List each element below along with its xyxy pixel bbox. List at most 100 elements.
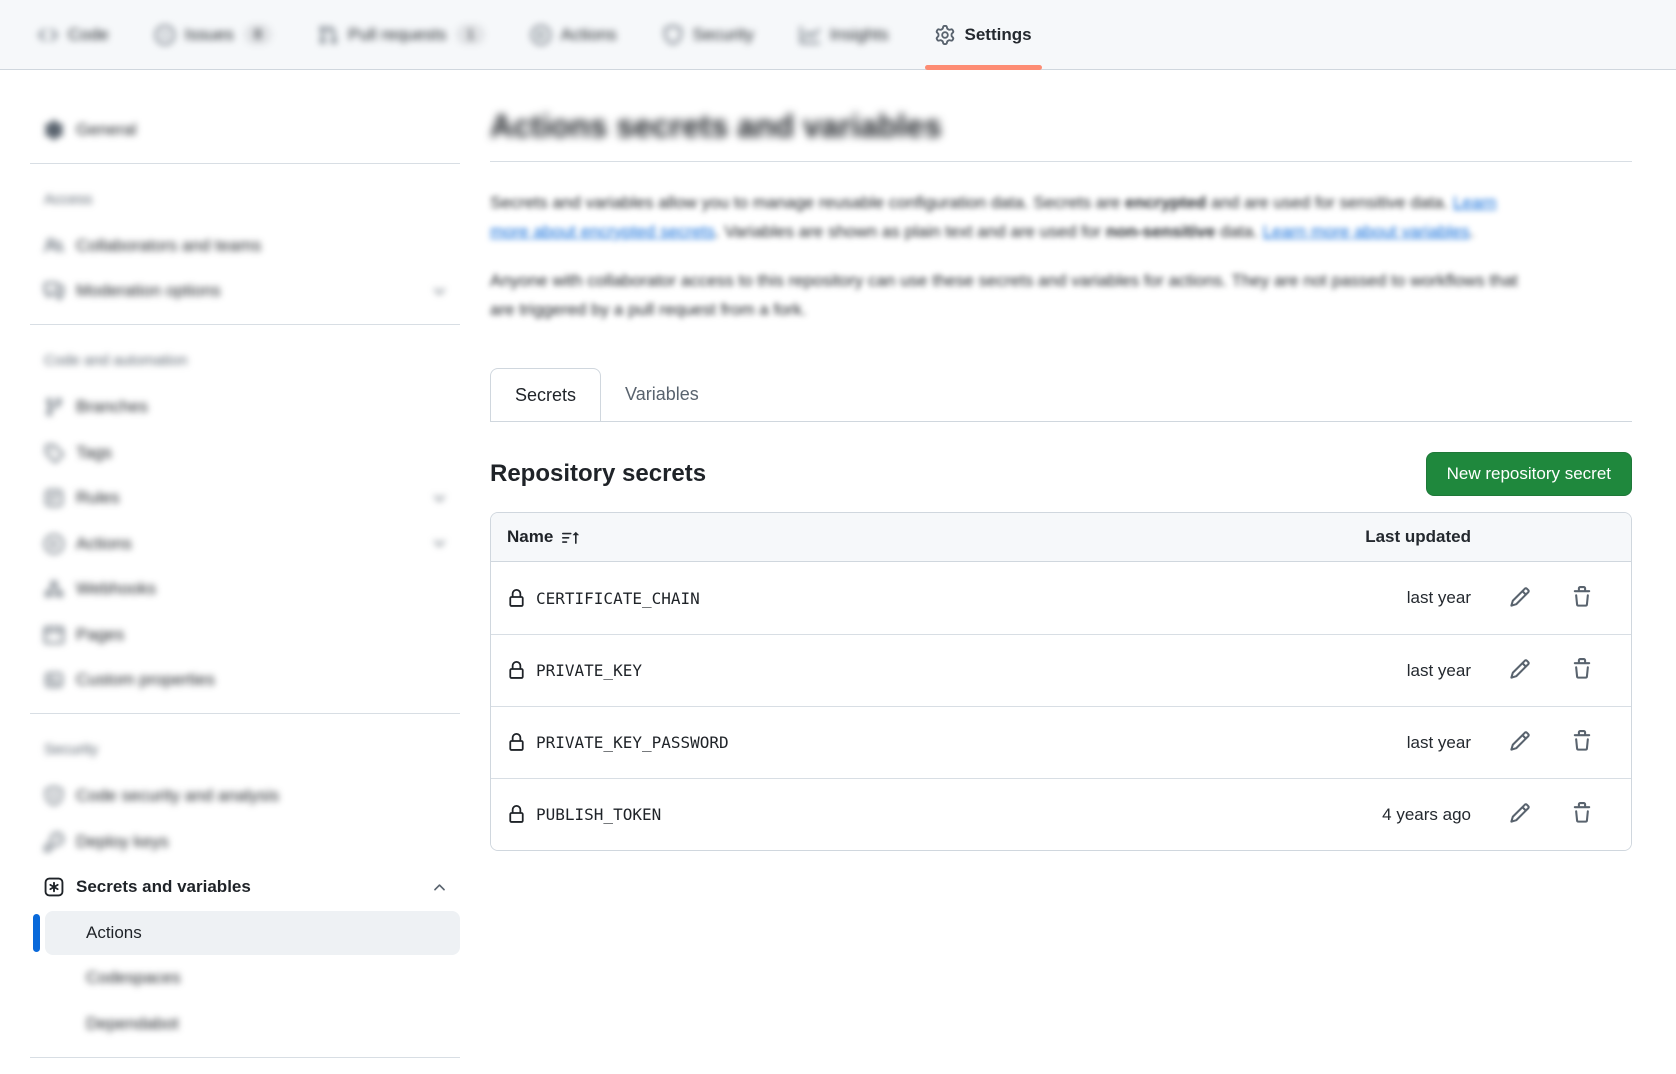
lock-icon bbox=[507, 661, 526, 680]
sidebar-item-general[interactable]: General bbox=[30, 108, 460, 152]
tab-insights[interactable]: Insights bbox=[784, 0, 905, 70]
edit-secret-button[interactable] bbox=[1505, 726, 1535, 759]
description-bold: encrypted bbox=[1125, 193, 1206, 212]
shield-lock-icon bbox=[44, 786, 64, 806]
secrets-variables-tabs: Secrets Variables bbox=[490, 368, 1632, 422]
new-repository-secret-button[interactable]: New repository secret bbox=[1426, 452, 1632, 496]
tab-label: Insights bbox=[830, 25, 889, 45]
tab-label: Settings bbox=[965, 25, 1032, 45]
pencil-icon bbox=[1509, 586, 1531, 611]
delete-secret-button[interactable] bbox=[1567, 798, 1597, 831]
sidebar-item-label: Collaborators and teams bbox=[76, 236, 450, 256]
sidebar-item-label: Rules bbox=[76, 488, 419, 508]
settings-content: Actions secrets and variables Secrets an… bbox=[490, 70, 1676, 851]
sidebar-item-deploy-keys[interactable]: Deploy keys bbox=[30, 820, 460, 864]
sidebar-item-label: Pages bbox=[76, 625, 450, 645]
sidebar-item-code-security[interactable]: Code security and analysis bbox=[30, 774, 460, 818]
description-text: . bbox=[1470, 222, 1475, 241]
edit-secret-button[interactable] bbox=[1505, 582, 1535, 615]
sidebar-item-label: Deploy keys bbox=[76, 832, 450, 852]
key-icon bbox=[44, 832, 64, 852]
pencil-icon bbox=[1509, 730, 1531, 755]
issue-opened-icon bbox=[155, 25, 175, 45]
sidebar-item-label: Webhooks bbox=[76, 579, 450, 599]
sidebar-item-tags[interactable]: Tags bbox=[30, 431, 460, 475]
repository-secrets-header: Repository secrets New repository secret bbox=[490, 452, 1632, 496]
tab-security[interactable]: Security bbox=[647, 0, 770, 70]
sidebar-item-secrets-and-variables[interactable]: Secrets and variables bbox=[30, 865, 460, 909]
gear-icon bbox=[44, 120, 64, 140]
sidebar-subitem-actions[interactable]: Actions bbox=[45, 911, 460, 955]
tab-variables[interactable]: Variables bbox=[601, 368, 723, 421]
description-text: data. bbox=[1215, 222, 1262, 241]
sidebar-item-label: General bbox=[76, 120, 450, 140]
git-branch-icon bbox=[44, 397, 64, 417]
tab-settings[interactable]: Settings bbox=[919, 0, 1048, 70]
issues-count-badge: 8 bbox=[244, 24, 272, 45]
settings-sidebar: General Access Collaborators and teams M… bbox=[30, 70, 460, 1058]
trash-icon bbox=[1571, 730, 1593, 755]
secret-name: CERTIFICATE_CHAIN bbox=[536, 589, 700, 608]
sidebar-item-pages[interactable]: Pages bbox=[30, 613, 460, 657]
page-description: Secrets and variables allow you to manag… bbox=[490, 188, 1518, 324]
sidebar-item-label: Actions bbox=[76, 534, 419, 554]
sidebar-subitem-dependabot[interactable]: Dependabot bbox=[30, 1002, 460, 1046]
tab-issues[interactable]: Issues 8 bbox=[139, 0, 288, 70]
sidebar-item-moderation[interactable]: Moderation options bbox=[30, 269, 460, 313]
secret-last-updated: 4 years ago bbox=[1271, 805, 1471, 825]
tab-pull-requests[interactable]: Pull requests 1 bbox=[302, 0, 501, 70]
description-text: Secrets and variables allow you to manag… bbox=[490, 193, 1125, 212]
gear-icon bbox=[935, 25, 955, 45]
description-paragraph-2: Anyone with collaborator access to this … bbox=[490, 266, 1518, 324]
sidebar-subitem-codespaces[interactable]: Codespaces bbox=[30, 956, 460, 1000]
sidebar-item-label: Actions bbox=[86, 923, 142, 943]
sidebar-item-custom-properties[interactable]: Custom properties bbox=[30, 658, 460, 702]
delete-secret-button[interactable] bbox=[1567, 582, 1597, 615]
table-row: CERTIFICATE_CHAIN last year bbox=[491, 562, 1631, 634]
rules-icon bbox=[44, 488, 64, 508]
sidebar-divider bbox=[30, 324, 460, 325]
lock-icon bbox=[507, 733, 526, 752]
secret-name: PRIVATE_KEY_PASSWORD bbox=[536, 733, 729, 752]
sort-ascending-icon bbox=[562, 529, 579, 546]
delete-secret-button[interactable] bbox=[1567, 726, 1597, 759]
edit-secret-button[interactable] bbox=[1505, 654, 1535, 687]
tab-actions[interactable]: Actions bbox=[515, 0, 633, 70]
sidebar-item-collaborators[interactable]: Collaborators and teams bbox=[30, 224, 460, 268]
delete-secret-button[interactable] bbox=[1567, 654, 1597, 687]
trash-icon bbox=[1571, 658, 1593, 683]
tab-code[interactable]: Code bbox=[22, 0, 125, 70]
sidebar-item-rules[interactable]: Rules bbox=[30, 476, 460, 520]
tab-label: Code bbox=[68, 25, 109, 45]
pr-count-badge: 1 bbox=[456, 24, 484, 45]
table-row: PRIVATE_KEY last year bbox=[491, 634, 1631, 706]
webhook-icon bbox=[44, 579, 64, 599]
lock-icon bbox=[507, 589, 526, 608]
sidebar-item-actions[interactable]: Actions bbox=[30, 522, 460, 566]
secret-last-updated: last year bbox=[1271, 661, 1471, 681]
trash-icon bbox=[1571, 586, 1593, 611]
sidebar-item-label: Secrets and variables bbox=[76, 877, 419, 897]
id-badge-icon bbox=[44, 670, 64, 690]
tab-label: Issues bbox=[185, 25, 234, 45]
secret-last-updated: last year bbox=[1271, 733, 1471, 753]
description-text: and are used for sensitive data. bbox=[1206, 193, 1453, 212]
sidebar-divider bbox=[30, 1057, 460, 1058]
sidebar-item-branches[interactable]: Branches bbox=[30, 385, 460, 429]
link-variables[interactable]: Learn more about variables bbox=[1263, 222, 1470, 241]
sidebar-item-webhooks[interactable]: Webhooks bbox=[30, 567, 460, 611]
graph-icon bbox=[800, 25, 820, 45]
pencil-icon bbox=[1509, 658, 1531, 683]
asterisk-box-icon bbox=[44, 877, 64, 897]
tab-secrets[interactable]: Secrets bbox=[490, 368, 601, 421]
sidebar-item-label: Moderation options bbox=[76, 281, 419, 301]
browser-icon bbox=[44, 625, 64, 645]
trash-icon bbox=[1571, 802, 1593, 827]
column-last-updated: Last updated bbox=[1271, 527, 1471, 547]
column-name[interactable]: Name bbox=[491, 527, 1271, 547]
tag-icon bbox=[44, 443, 64, 463]
people-icon bbox=[44, 236, 64, 256]
sidebar-item-label: Code security and analysis bbox=[76, 786, 450, 806]
edit-secret-button[interactable] bbox=[1505, 798, 1535, 831]
section-title: Repository secrets bbox=[490, 460, 706, 488]
